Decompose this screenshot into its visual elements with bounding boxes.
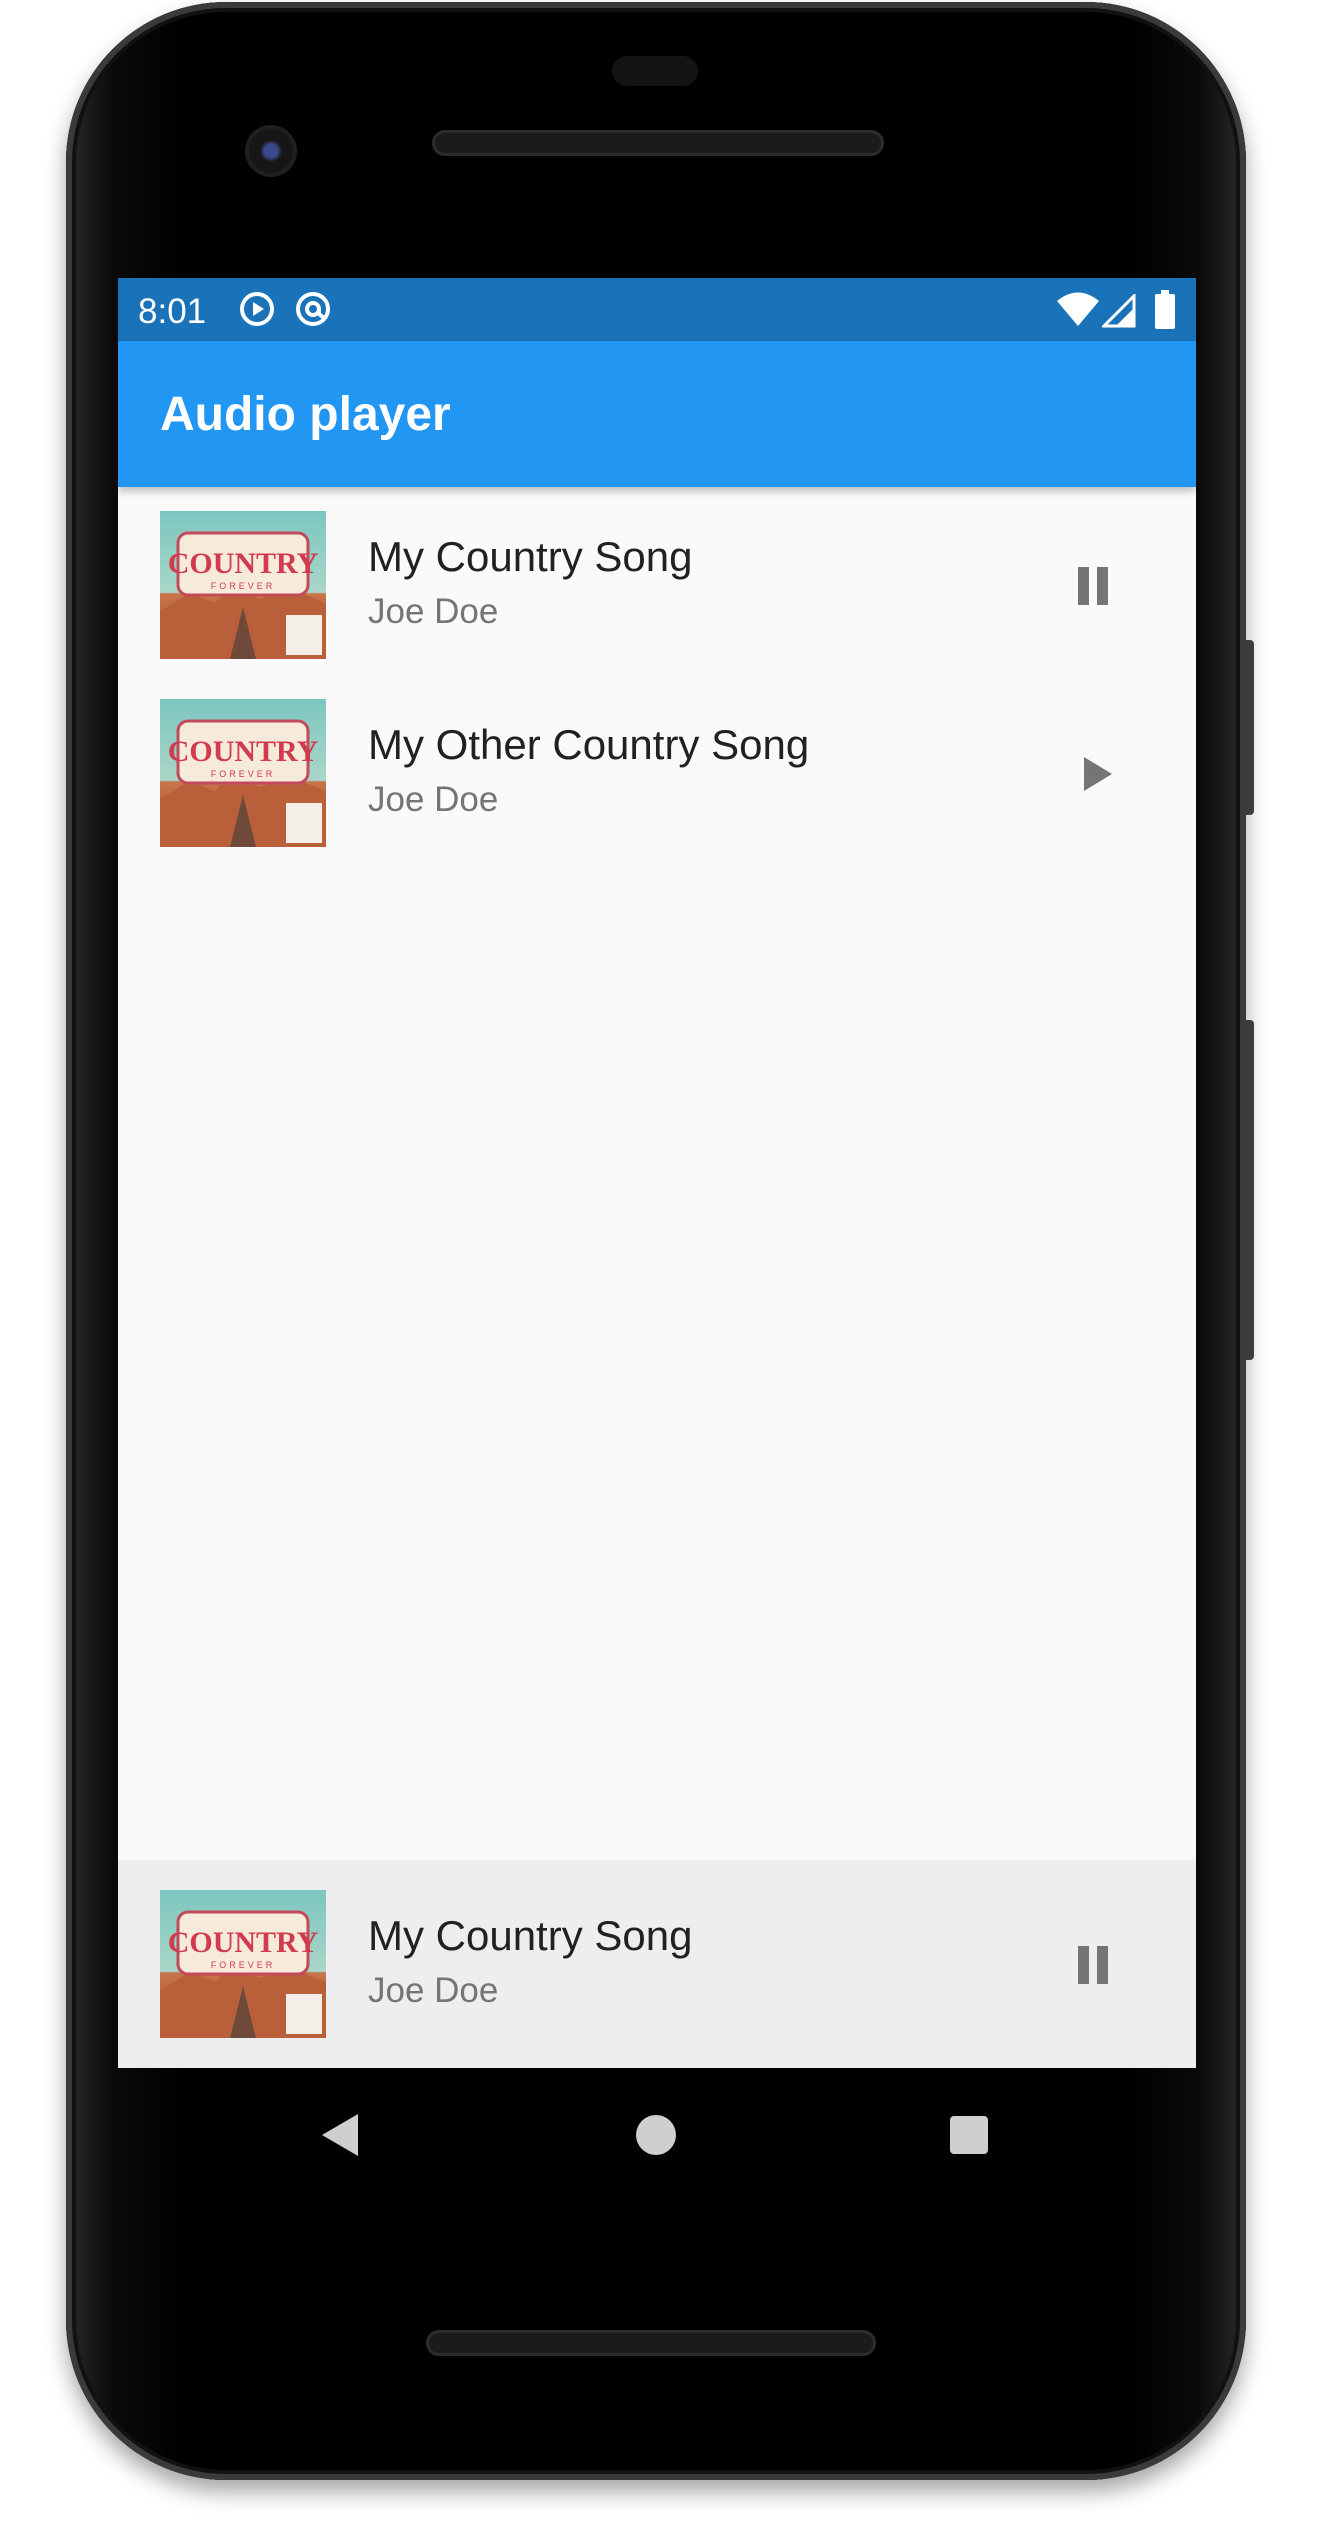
bottom-speaker	[426, 2330, 876, 2356]
song-title: My Country Song	[368, 533, 693, 580]
now-playing-title: My Country Song	[368, 1912, 693, 1959]
list-item[interactable]: COUNTRY FOREVER My Other Country Song Jo…	[118, 675, 1196, 863]
album-art-title: COUNTRY	[168, 1926, 319, 1959]
album-art: COUNTRY FOREVER	[160, 1890, 326, 2038]
list-item[interactable]: COUNTRY FOREVER My Country Song Joe Doe	[118, 487, 1196, 675]
cell-signal-icon	[1102, 294, 1136, 328]
song-title: My Other Country Song	[368, 721, 810, 768]
system-nav-bar	[118, 2068, 1196, 2208]
status-bar: 8:01	[118, 278, 1196, 341]
page-title: Audio player	[160, 388, 451, 441]
wifi-icon	[1057, 292, 1099, 326]
power-button	[1242, 1020, 1254, 1360]
album-art-title: COUNTRY	[168, 547, 319, 580]
album-art-subtitle: FOREVER	[211, 1960, 276, 1970]
back-triangle-icon[interactable]	[318, 2110, 364, 2160]
album-art-subtitle: FOREVER	[211, 769, 276, 779]
now-playing-bar[interactable]: COUNTRY FOREVER My Country Song Joe Doe	[118, 1860, 1196, 2068]
album-art-title: COUNTRY	[168, 735, 319, 768]
pause-icon[interactable]	[1058, 551, 1128, 621]
album-art: COUNTRY FOREVER	[160, 699, 326, 847]
home-circle-icon[interactable]	[633, 2112, 679, 2158]
play-circle-icon	[240, 292, 274, 326]
pause-icon[interactable]	[1058, 1930, 1128, 2000]
proximity-sensor	[612, 56, 698, 86]
now-playing-artist: Joe Doe	[368, 1971, 499, 2010]
earpiece-speaker	[432, 130, 884, 156]
song-artist: Joe Doe	[368, 780, 499, 819]
album-art-subtitle: FOREVER	[211, 581, 276, 591]
volume-button	[1242, 640, 1254, 815]
front-camera	[245, 125, 297, 177]
recents-square-icon[interactable]	[948, 2114, 990, 2156]
battery-icon	[1155, 290, 1175, 329]
app-bar: Audio player	[118, 341, 1196, 487]
at-sign-icon	[296, 292, 330, 326]
screen: 8:01 Audio player COUNTRY FOREVER My Cou…	[118, 278, 1196, 2068]
play-icon[interactable]	[1058, 739, 1128, 809]
album-art: COUNTRY FOREVER	[160, 511, 326, 659]
status-time: 8:01	[138, 292, 207, 331]
song-artist: Joe Doe	[368, 592, 499, 631]
